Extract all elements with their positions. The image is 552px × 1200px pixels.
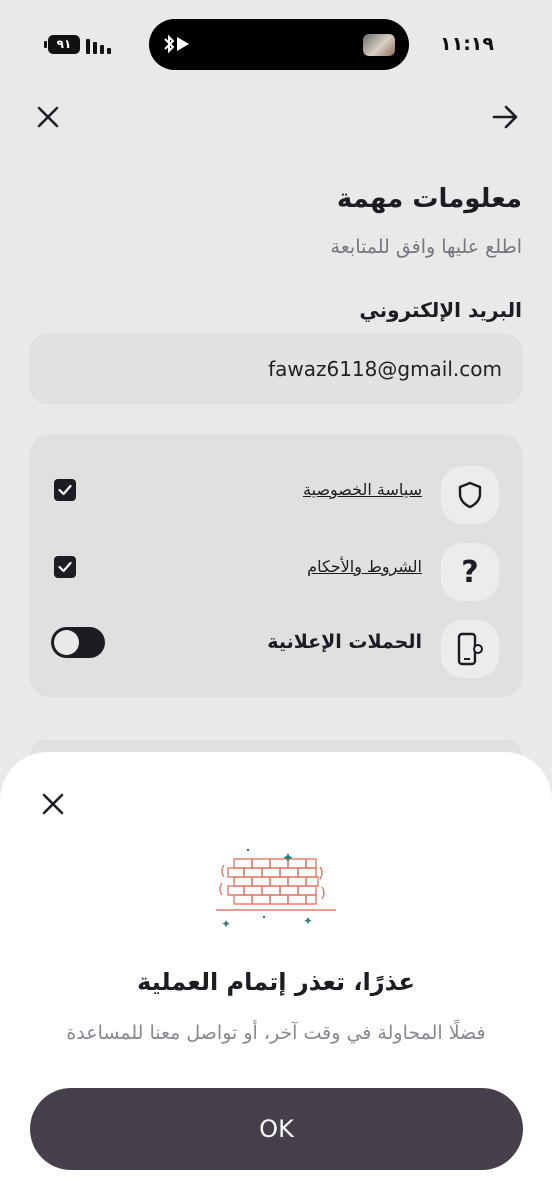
email-value: fawaz6118@gmail.com (268, 357, 502, 381)
shield-icon (458, 481, 482, 509)
toggle-knob (54, 630, 79, 655)
status-time: ١١:١٩ (440, 33, 494, 55)
privacy-policy-link[interactable]: سياسة الخصوصية (303, 480, 422, 499)
battery-icon: ٩١ (44, 35, 80, 54)
close-icon[interactable] (35, 104, 61, 130)
terms-checkbox[interactable] (54, 556, 76, 578)
error-message: فضلًا المحاولة في وقت آخر، أو تواصل معنا… (66, 1022, 486, 1044)
error-title: عذرًا، تعذر إتمام العملية (137, 968, 415, 996)
close-icon[interactable] (41, 792, 65, 816)
signal-icon (86, 39, 111, 54)
phone-settings-icon-badge (441, 620, 499, 678)
privacy-checkbox[interactable] (54, 479, 76, 501)
ad-campaigns-toggle[interactable] (51, 627, 105, 658)
page-subtitle: اطلع عليها وافق للمتابعة (330, 236, 522, 258)
ad-campaigns-label: الحملات الإعلانية (267, 631, 422, 653)
phone-settings-icon (457, 632, 483, 666)
checkmark-icon (58, 561, 72, 573)
shield-icon-badge (441, 466, 499, 524)
arrow-right-icon[interactable] (490, 104, 520, 130)
ok-button[interactable]: OK (30, 1088, 523, 1170)
question-icon-badge: ? (441, 543, 499, 601)
brick-wall-illustration (216, 848, 336, 927)
page-title: معلومات مهمة (336, 184, 522, 214)
bluetooth-play-icon (164, 34, 189, 54)
terms-link[interactable]: الشروط والأحكام (307, 557, 422, 576)
email-label: البريد الإلكتروني (359, 298, 522, 322)
now-playing-thumbnail (363, 34, 395, 56)
checkmark-icon (58, 484, 72, 496)
question-mark-icon: ? (461, 554, 479, 590)
